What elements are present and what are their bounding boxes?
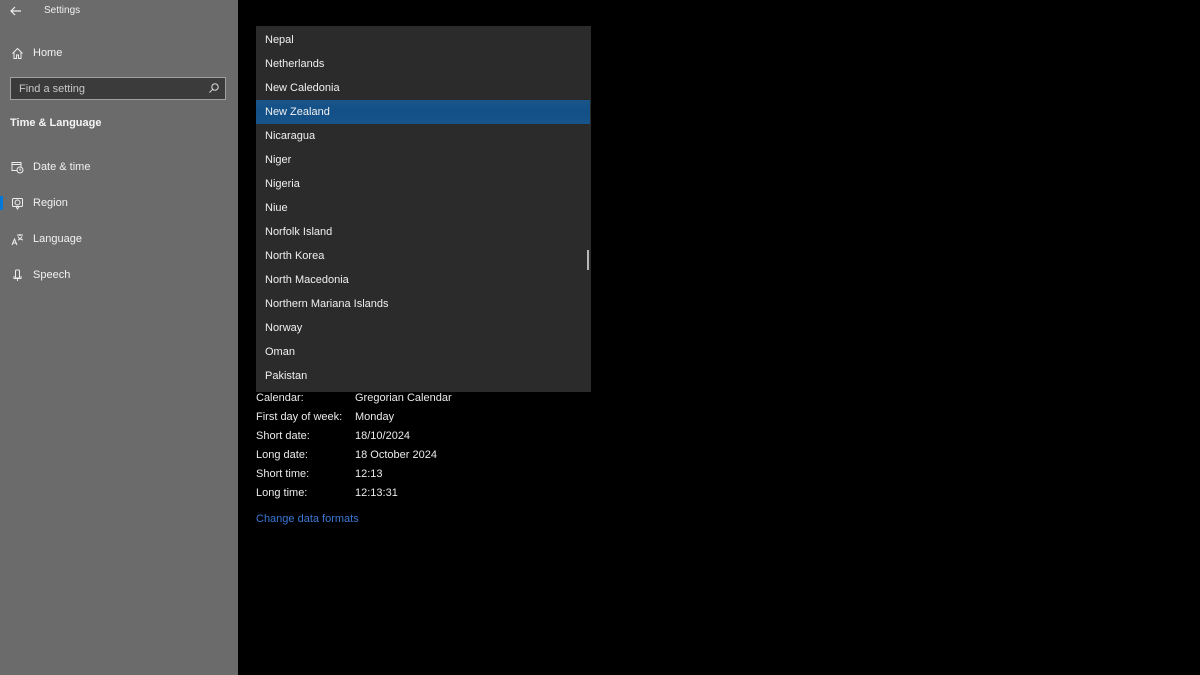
format-value: Monday	[355, 411, 395, 423]
country-option[interactable]: Netherlands	[256, 52, 590, 76]
search-input[interactable]	[11, 78, 201, 99]
search-icon[interactable]	[208, 82, 220, 94]
country-option[interactable]: Nigeria	[256, 172, 590, 196]
search-box	[10, 77, 226, 100]
country-option[interactable]: Nepal	[256, 28, 590, 52]
country-option[interactable]: Pakistan	[256, 364, 590, 388]
dropdown-scrollbar[interactable]	[587, 250, 589, 270]
format-label: Short time:	[256, 468, 310, 480]
format-value: 12:13:31	[355, 487, 398, 499]
sidebar: Settings Home Time & Language Date & tim…	[0, 0, 238, 675]
sidebar-item-label: Home	[33, 47, 63, 59]
country-option[interactable]: Oman	[256, 340, 590, 364]
sidebar-item-language[interactable]: Language	[0, 224, 238, 254]
sidebar-item-home[interactable]: Home	[0, 38, 238, 68]
country-option[interactable]: New Caledonia	[256, 76, 590, 100]
globe-region-icon	[10, 196, 24, 210]
country-option[interactable]: Norfolk Island	[256, 220, 590, 244]
home-icon	[10, 46, 24, 60]
format-value: 18/10/2024	[355, 430, 411, 442]
format-label: First day of week:	[256, 411, 343, 423]
change-data-formats-link[interactable]: Change data formats	[256, 513, 359, 525]
country-option[interactable]: North Korea	[256, 244, 590, 268]
format-label: Short date:	[256, 430, 310, 442]
calendar-clock-icon	[10, 160, 24, 174]
language-icon	[10, 232, 24, 246]
sidebar-item-date-time[interactable]: Date & time	[0, 152, 238, 182]
sidebar-item-label: Speech	[33, 269, 71, 281]
format-value: 18 October 2024	[355, 449, 437, 461]
country-option[interactable]: Northern Mariana Islands	[256, 292, 590, 316]
arrow-left-icon	[10, 6, 21, 16]
sidebar-item-region[interactable]: Region	[0, 188, 238, 218]
title-bar: Settings	[0, 0, 238, 24]
format-row-long-date: Long date: 18 October 2024	[256, 449, 516, 468]
country-option[interactable]: Niger	[256, 148, 590, 172]
sidebar-item-label: Language	[33, 233, 82, 245]
format-row-short-time: Short time: 12:13	[256, 468, 516, 487]
sidebar-item-label: Region	[33, 197, 68, 209]
country-dropdown-list[interactable]: Nepal Netherlands New Caledonia New Zeal…	[256, 26, 591, 392]
country-option[interactable]: Niue	[256, 196, 590, 220]
microphone-icon	[10, 268, 24, 282]
app-title: Settings	[44, 5, 81, 16]
country-option[interactable]: Norway	[256, 316, 590, 340]
format-row-short-date: Short date: 18/10/2024	[256, 430, 516, 449]
format-label: Long time:	[256, 487, 308, 499]
country-option-selected[interactable]: New Zealand	[256, 100, 590, 124]
format-row-first-day: First day of week: Monday	[256, 411, 516, 430]
country-option[interactable]: Nicaragua	[256, 124, 590, 148]
format-label: Long date:	[256, 449, 308, 461]
format-label: Calendar:	[256, 392, 304, 404]
section-title: Time & Language	[10, 117, 102, 129]
format-row-long-time: Long time: 12:13:31	[256, 487, 516, 506]
format-value: 12:13	[355, 468, 383, 480]
back-button[interactable]	[8, 3, 24, 19]
format-row-calendar: Calendar: Gregorian Calendar	[256, 392, 516, 411]
sidebar-item-speech[interactable]: Speech	[0, 260, 238, 290]
format-value: Gregorian Calendar	[355, 392, 452, 404]
sidebar-item-label: Date & time	[33, 161, 91, 173]
country-option[interactable]: North Macedonia	[256, 268, 590, 292]
